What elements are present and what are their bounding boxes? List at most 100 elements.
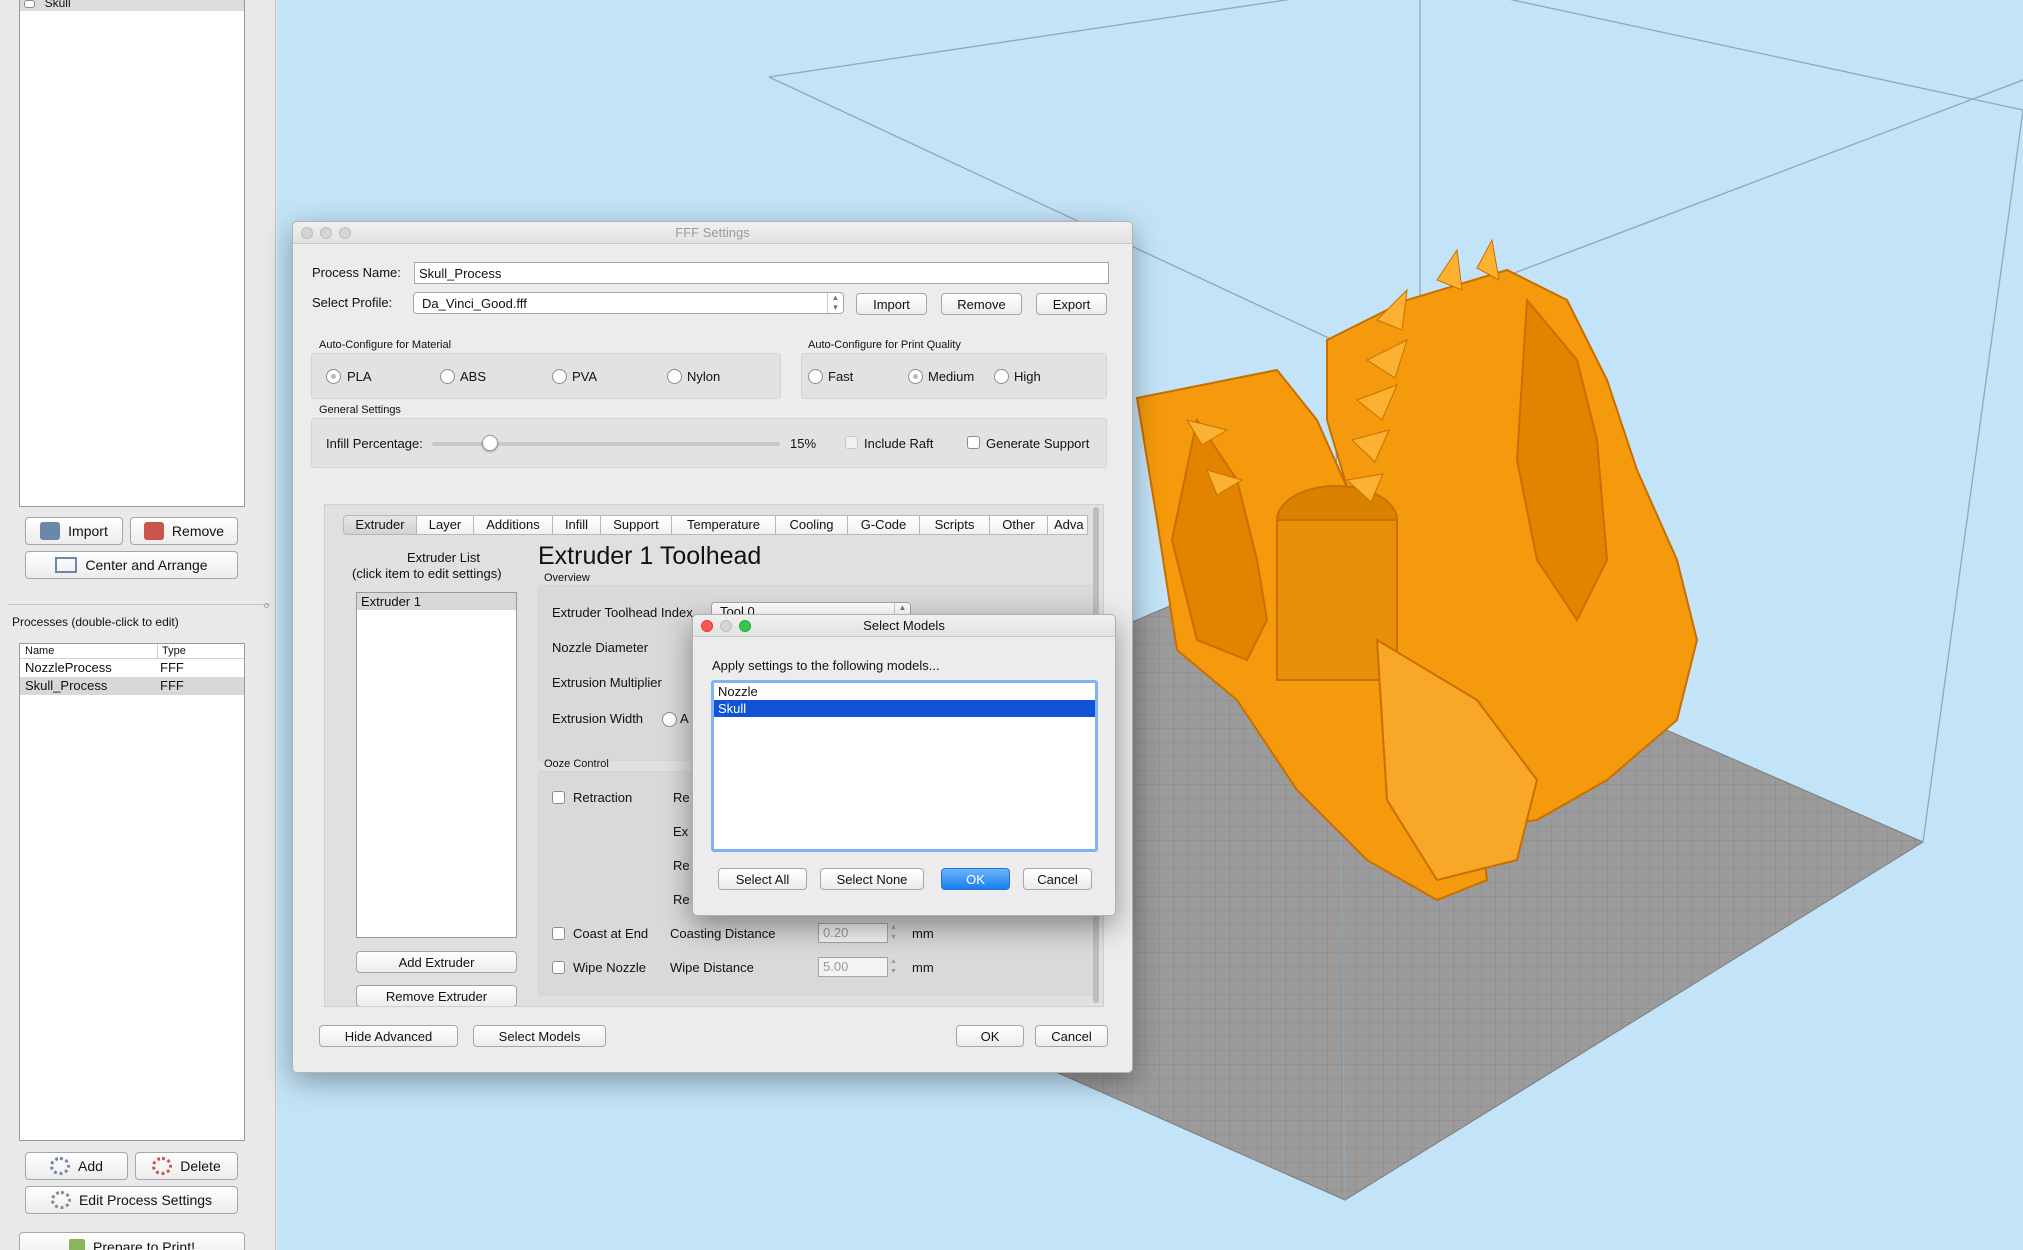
radio-pla[interactable] [326,369,341,384]
select-models-ok-button[interactable]: OK [941,868,1010,890]
tab-scripts[interactable]: Scripts [920,515,990,535]
include-raft-checkbox[interactable] [845,436,858,449]
radio-high[interactable] [994,369,1009,384]
infill-value: 15% [790,436,817,451]
radio-abs[interactable] [440,369,455,384]
table-row[interactable]: Skull_Process FFF [20,677,244,695]
model-visible-checkbox[interactable] [24,0,35,8]
remove-profile-button[interactable]: Remove [941,293,1022,315]
material-title: Auto-Configure for Material [319,339,452,351]
tab-additions[interactable]: Additions [474,515,553,535]
import-icon [40,522,61,540]
extrusion-width-auto-radio[interactable] [662,712,677,727]
radio-nylon[interactable] [667,369,682,384]
retraction-label: Retraction [573,790,633,805]
coast-at-end-label: Coast at End [573,926,649,941]
select-none-button[interactable]: Select None [820,868,924,890]
arrange-icon [55,557,78,573]
tab-infill[interactable]: Infill [553,515,601,535]
remove-icon [143,522,164,540]
export-profile-button[interactable]: Export [1036,293,1107,315]
import-button[interactable]: Import [25,517,123,545]
processes-table[interactable]: Name Type NozzleProcess FFF Skull_Proces… [19,643,245,1141]
select-models-cancel-button[interactable]: Cancel [1023,868,1092,890]
window-title: FFF Settings [675,225,750,240]
retraction-field-label-2: Ex [673,824,689,839]
model-name: Skull [44,0,71,10]
tab-extruder[interactable]: Extruder [343,515,417,535]
column-type[interactable]: Type [158,644,186,658]
generate-support-checkbox[interactable] [967,436,980,449]
radio-fast-label: Fast [828,369,854,384]
list-item[interactable]: Extruder 1 [357,593,516,610]
panel-divider[interactable] [8,604,270,605]
radio-medium[interactable] [908,369,923,384]
retraction-checkbox[interactable] [552,791,565,804]
chevron-updown-icon: ▲▼ [827,293,843,313]
tab-advanced[interactable]: Adva [1048,515,1088,535]
tab-support[interactable]: Support [601,515,672,535]
column-name[interactable]: Name [20,644,158,658]
tab-layer[interactable]: Layer [417,515,474,535]
wipe-distance-field[interactable]: 5.00 [818,957,888,977]
extruder-list[interactable]: Extruder 1 [356,592,517,938]
tab-temperature[interactable]: Temperature [672,515,776,535]
list-item[interactable]: Skull [20,0,244,11]
minimize-window-icon[interactable] [720,620,732,632]
tab-other[interactable]: Other [990,515,1048,535]
tab-gcode[interactable]: G-Code [848,515,920,535]
fff-cancel-button[interactable]: Cancel [1035,1025,1108,1047]
tab-cooling[interactable]: Cooling [776,515,848,535]
toolhead-index-label: Extruder Toolhead Index [552,605,693,620]
list-item[interactable]: Skull [714,700,1095,717]
list-item[interactable]: Nozzle [714,683,1095,700]
add-process-button[interactable]: Add [25,1152,128,1180]
add-extruder-button[interactable]: Add Extruder [356,951,517,973]
fff-ok-button[interactable]: OK [956,1025,1024,1047]
retraction-field-label-3: Re [673,858,690,873]
wipe-stepper-icon[interactable]: ▲ ▼ [890,957,900,977]
dialog-title: Select Models [863,618,945,633]
nozzle-diameter-label: Nozzle Diameter [552,640,649,655]
table-row[interactable]: NozzleProcess FFF [20,659,244,677]
models-list[interactable]: Skull [19,0,245,507]
process-name-field[interactable]: Skull_Process [414,262,1109,284]
prepare-to-print-button[interactable]: Prepare to Print! [19,1232,245,1250]
profile-select[interactable]: Da_Vinci_Good.fff ▲ ▼ [413,292,844,314]
select-models-button[interactable]: Select Models [473,1025,606,1047]
hide-advanced-button[interactable]: Hide Advanced [319,1025,458,1047]
zoom-window-icon[interactable] [339,227,351,239]
coast-at-end-checkbox[interactable] [552,927,565,940]
wipe-nozzle-checkbox[interactable] [552,961,565,974]
fff-titlebar[interactable]: FFF Settings [293,222,1132,244]
process-name-label: Process Name: [312,265,401,280]
models-select-list[interactable]: Nozzle Skull [711,680,1098,852]
edit-process-settings-button[interactable]: Edit Process Settings [25,1186,238,1214]
quality-group: Fast Medium High [801,353,1107,399]
remove-button[interactable]: Remove [130,517,238,545]
print-icon [69,1239,86,1250]
zoom-window-icon[interactable] [739,620,751,632]
select-all-button[interactable]: Select All [718,868,807,890]
close-window-icon[interactable] [301,227,313,239]
overview-label: Overview [544,572,590,584]
coasting-stepper-icon[interactable]: ▲ ▼ [890,923,900,943]
minimize-window-icon[interactable] [320,227,332,239]
add-gear-icon [50,1157,71,1175]
infill-slider-thumb[interactable] [481,435,498,451]
delete-process-button[interactable]: Delete [135,1152,238,1180]
radio-pva[interactable] [552,369,567,384]
center-arrange-button[interactable]: Center and Arrange [25,551,238,579]
splitter-handle[interactable] [264,603,269,608]
quality-title: Auto-Configure for Print Quality [808,339,961,351]
close-window-icon[interactable] [701,620,713,632]
select-models-dialog[interactable]: Select Models Apply settings to the foll… [692,614,1116,916]
generate-support-label: Generate Support [986,436,1090,451]
import-profile-button[interactable]: Import [856,293,927,315]
coasting-distance-field[interactable]: 0.20 [818,923,888,943]
radio-fast[interactable] [808,369,823,384]
remove-extruder-button[interactable]: Remove Extruder [356,985,517,1006]
extruder-list-subtitle: (click item to edit settings) [352,566,502,581]
select-models-titlebar[interactable]: Select Models [693,615,1115,637]
retraction-field-label-4: Re [673,892,690,907]
